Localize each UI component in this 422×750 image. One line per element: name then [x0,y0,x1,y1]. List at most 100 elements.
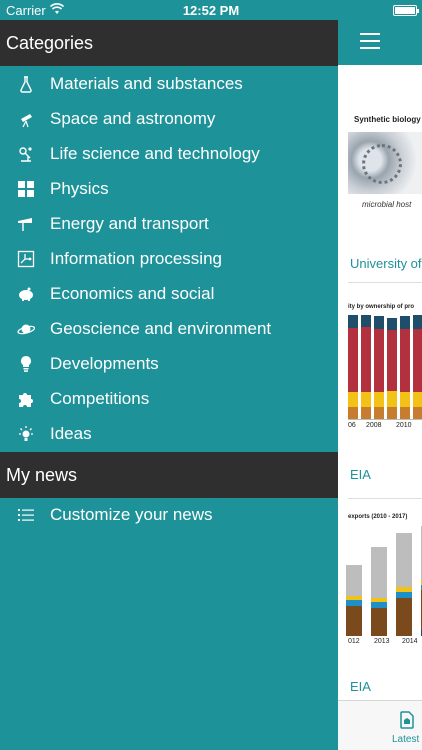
puzzle-icon [0,390,50,408]
divider [348,282,422,283]
chart-bar [346,564,362,636]
category-space[interactable]: Space and astronomy [0,101,338,136]
categories-header: Categories [0,20,338,66]
category-materials[interactable]: Materials and substances [0,66,338,101]
chart-bar-segment [374,391,384,407]
chart-thumbnail[interactable]: ity by ownership of pro 06 2008 2010 [348,304,422,432]
battery-icon [393,5,419,16]
chart-bar [400,316,410,419]
circuit-icon [0,250,50,268]
chart-bar-segment [374,329,384,392]
category-information[interactable]: Information processing [0,241,338,276]
tick-label: 012 [348,638,360,645]
microscope-icon [0,145,50,163]
chart-bar-segment [348,391,358,407]
chart-bar-segment [374,406,384,419]
chart-bar-segment [361,406,371,419]
chart-bar-segment [413,315,422,330]
category-label: Materials and substances [50,73,243,93]
category-economics[interactable]: Economics and social [0,276,338,311]
chart-bar-segment [346,606,362,636]
category-label: Space and astronomy [50,108,216,128]
article-source[interactable]: University of [350,256,422,271]
bright-idea-icon [0,425,50,443]
thumbnail-caption: Synthetic biology [354,115,421,124]
category-physics[interactable]: Physics [0,171,338,206]
chart-bar-segment [348,406,358,419]
tick-label: 2013 [374,638,390,645]
chart-bar-segment [400,391,410,407]
category-developments[interactable]: Developments [0,346,338,381]
category-label: Competitions [50,388,150,408]
category-life-science[interactable]: Life science and technology [0,136,338,171]
chart-bar-segment [400,406,410,419]
chart-bar [371,546,387,636]
my-news-header: My news [0,452,338,498]
categories-title: Categories [6,32,94,53]
chart-title: ity by ownership of pro [348,304,415,310]
telescope-icon [0,110,50,128]
category-competitions[interactable]: Competitions [0,381,338,416]
chart-ticks: 06 2008 2010 [348,420,422,432]
category-list: Materials and substances Space and astro… [0,66,338,451]
category-energy[interactable]: Energy and transport [0,206,338,241]
category-ideas[interactable]: Ideas [0,416,338,451]
category-label: Information processing [50,248,222,268]
divider [348,498,422,499]
main-content-peek[interactable]: Synthetic biology microbial host Univers… [338,20,422,750]
chart-bar [387,318,397,419]
chart-bar-segment [413,406,422,419]
chart-bar-segment [387,390,397,407]
tick-label: 06 [348,422,356,429]
latest-news-icon[interactable] [399,711,415,729]
chart-bar [396,532,412,636]
clock: 12:52 PM [182,3,240,18]
tick-label: 2008 [366,422,382,429]
chart-bar [413,315,422,419]
chart-bar-segment [413,391,422,407]
chart-bar-segment [400,316,410,330]
chart-bar-segment [346,564,362,597]
hamburger-menu-icon[interactable] [360,33,380,49]
category-label: Energy and transport [50,213,209,233]
chart-bar-segment [361,327,371,392]
article-source[interactable]: EIA [350,679,371,694]
chart-bars [346,526,422,636]
tab-latest[interactable]: Latest [392,734,419,745]
my-news-title: My news [6,464,78,485]
flask-icon [0,75,50,93]
category-label: Geoscience and environment [50,318,272,338]
chart-bar-segment [396,532,412,588]
category-label: Economics and social [50,283,215,303]
article-source[interactable]: EIA [350,467,371,482]
calculator-icon [0,180,50,198]
nav-bar [338,20,422,65]
chart-bar-segment [348,315,358,329]
list-icon [0,506,50,524]
chart-bar-segment [371,546,387,599]
article-thumbnail[interactable]: Synthetic biology microbial host [348,115,422,235]
chart-bar-segment [413,329,422,392]
chart-bars [348,315,422,420]
category-label: Ideas [50,423,92,443]
chart-bar-segment [361,391,371,407]
planet-icon [0,320,50,338]
chart-bar [374,316,384,419]
category-label: Physics [50,178,109,198]
chart-bar-segment [400,329,410,392]
chart-title: exports (2010 - 2017) [348,514,408,520]
chart-bar-segment [361,315,371,328]
chart-thumbnail[interactable]: exports (2010 - 2017) 012 2013 2014 [346,514,422,648]
category-geoscience[interactable]: Geoscience and environment [0,311,338,346]
thumbnail-subcaption: microbial host [362,200,412,209]
status-bar: Carrier 12:52 PM [0,0,422,20]
piggy-bank-icon [0,285,50,303]
chart-ticks: 012 2013 2014 [348,636,422,648]
navigation-drawer: Categories Materials and substances Spac… [0,20,338,750]
category-label: Life science and technology [50,143,260,163]
customize-label: Customize your news [50,505,213,524]
tab-bar: Latest [338,700,422,750]
microbe-image [348,132,422,194]
chart-bar-segment [371,608,387,636]
customize-news-item[interactable]: Customize your news [0,498,338,532]
